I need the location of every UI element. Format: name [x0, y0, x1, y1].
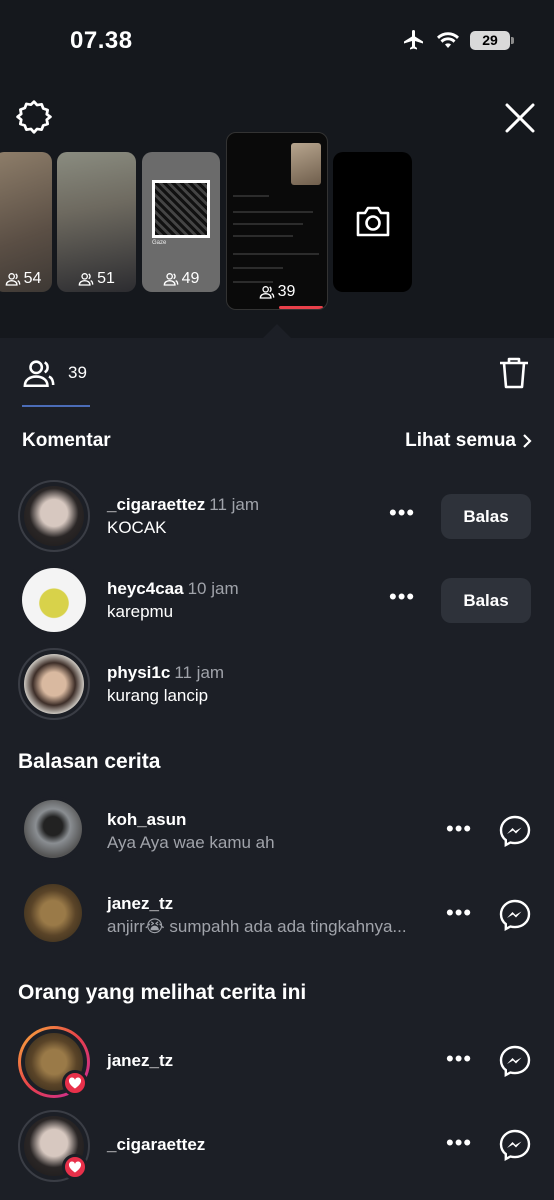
avatar[interactable]: [18, 648, 90, 720]
comment-time: 10 jam: [187, 579, 239, 598]
comment-row: _cigaraettez 11 jam KOCAK ••• Balas: [0, 478, 554, 554]
viewers-icon: [78, 273, 94, 286]
messenger-icon[interactable]: [498, 814, 532, 848]
viewers-icon: [259, 286, 274, 299]
status-time: 07.38: [70, 27, 133, 54]
more-options-icon[interactable]: •••: [446, 900, 472, 926]
more-options-icon[interactable]: •••: [446, 1130, 472, 1156]
reply-username[interactable]: janez_tz: [107, 894, 173, 914]
more-options-icon[interactable]: •••: [446, 1046, 472, 1072]
messenger-icon[interactable]: [498, 1128, 532, 1162]
tab-viewers[interactable]: 39: [22, 356, 87, 390]
messenger-icon[interactable]: [498, 898, 532, 932]
viewer-count: 49: [142, 270, 220, 288]
viewers-icon: [5, 273, 20, 286]
tab-underline: [22, 405, 90, 407]
camera-icon: [356, 206, 390, 237]
avatar[interactable]: [18, 564, 90, 636]
more-options-icon[interactable]: •••: [389, 500, 415, 526]
viewer-row: _cigaraettez •••: [0, 1108, 554, 1184]
comment-time: 11 jam: [174, 663, 225, 682]
comments-title: Komentar: [22, 430, 111, 451]
comment-username: heyc4caa: [107, 579, 184, 598]
reply-row: koh_asun Aya Aya wae kamu ah •••: [0, 794, 554, 870]
add-story-camera[interactable]: [333, 152, 412, 292]
viewer-username[interactable]: _cigaraettez: [107, 1135, 205, 1155]
heart-icon: [62, 1154, 88, 1180]
viewers-count: 39: [68, 363, 87, 382]
viewer-count: 51: [57, 270, 136, 288]
wifi-icon: [437, 32, 459, 48]
status-icons: 29: [402, 28, 514, 52]
comment-text: KOCAK: [107, 518, 167, 537]
trash-icon[interactable]: [498, 356, 530, 390]
viewer-count: 54: [0, 270, 52, 288]
avatar[interactable]: [20, 880, 86, 946]
reply-row: janez_tz anjirr😭 sumpahh ada ada tingkah…: [0, 878, 554, 954]
comment-username: physi1c: [107, 663, 171, 682]
story-replies-title: Balasan cerita: [18, 750, 161, 773]
story-thumbnail[interactable]: 54: [0, 152, 52, 292]
messenger-icon[interactable]: [498, 1044, 532, 1078]
viewers-icon: [23, 360, 55, 388]
comment-text: karepmu: [107, 602, 174, 621]
viewer-username[interactable]: janez_tz: [107, 1051, 173, 1071]
heart-icon: [62, 1070, 88, 1096]
viewer-count: 39: [227, 283, 327, 301]
comment-row: heyc4caa 10 jam karepmu ••• Balas: [0, 562, 554, 638]
story-strip-area: 07.38 29 54 51 Gaze 49 39: [0, 0, 554, 338]
story-thumbnail-selected[interactable]: 39: [226, 132, 328, 310]
reply-text: Aya Aya wae kamu ah: [107, 833, 275, 852]
settings-icon[interactable]: [16, 100, 52, 136]
viewers-icon: [163, 273, 178, 286]
story-progress-bar: [279, 306, 323, 309]
viewer-row: janez_tz •••: [0, 1024, 554, 1100]
reply-button[interactable]: Balas: [441, 494, 531, 539]
battery-indicator: 29: [470, 30, 514, 50]
selection-pointer: [262, 324, 292, 339]
comment-row: physi1c 11 jam kurang lancip: [0, 646, 554, 722]
comment-username: _cigaraettez: [107, 495, 206, 514]
avatar[interactable]: [18, 480, 90, 552]
chevron-right-icon: [523, 434, 532, 448]
more-options-icon[interactable]: •••: [389, 584, 415, 610]
see-all-link[interactable]: Lihat semua: [405, 430, 532, 452]
airplane-icon: [404, 30, 423, 50]
more-options-icon[interactable]: •••: [446, 816, 472, 842]
reply-username[interactable]: koh_asun: [107, 810, 186, 830]
album-title: Gaze: [152, 240, 167, 246]
avatar[interactable]: [20, 796, 86, 862]
reply-text: anjirr😭 sumpahh ada ada tingkahnya...: [107, 917, 407, 936]
story-thumbnail[interactable]: 51: [57, 152, 136, 292]
story-preview-image: [291, 143, 321, 185]
reply-button[interactable]: Balas: [441, 578, 531, 623]
close-icon[interactable]: [502, 100, 538, 136]
album-art: [152, 180, 210, 238]
comment-time: 11 jam: [209, 495, 260, 514]
story-thumbnail[interactable]: Gaze 49: [142, 152, 220, 292]
comment-text: kurang lancip: [107, 686, 209, 705]
viewers-title: Orang yang melihat cerita ini: [18, 981, 307, 1004]
